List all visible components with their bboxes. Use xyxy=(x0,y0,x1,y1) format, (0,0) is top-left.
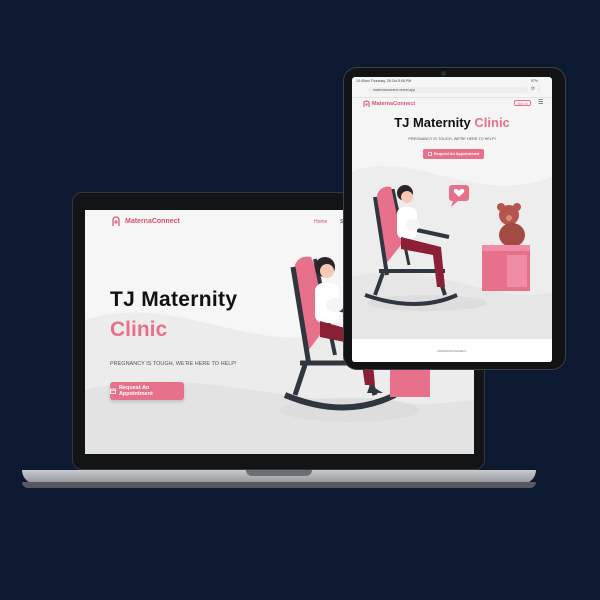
laptop-title-line2: Clinic xyxy=(110,318,168,341)
tablet-signin-button[interactable]: Sign In xyxy=(514,100,531,106)
tablet-footer: MATERNACONNECT xyxy=(437,349,467,353)
heart-chat-icon xyxy=(449,185,469,207)
stage: MaternaConnect Home Se TJ Maternity Clin… xyxy=(0,0,600,600)
laptop-base-edge xyxy=(22,482,536,488)
refresh-icon[interactable]: ⟳ xyxy=(531,86,535,92)
laptop-notch xyxy=(246,470,312,476)
more-icon[interactable]: ⋮ xyxy=(537,86,542,92)
tablet-illustration-mother-rocking-chair xyxy=(364,185,530,311)
tablet-status-battery: 57% xyxy=(531,79,539,83)
laptop-nav-home[interactable]: Home xyxy=(314,219,327,225)
laptop-logo[interactable]: MaternaConnect xyxy=(112,216,180,227)
tablet-request-appointment-label: Request An Appointment xyxy=(433,152,480,156)
calendar-icon xyxy=(427,152,432,156)
laptop-title-line1: TJ Maternity xyxy=(110,288,238,311)
tablet-brand[interactable]: MaternaConnect xyxy=(372,101,415,107)
laptop-request-appointment-button[interactable]: Request An Appointment xyxy=(110,382,184,400)
logo-icon xyxy=(112,216,120,226)
menu-icon[interactable]: ☰ xyxy=(538,99,543,106)
tablet-browser-actions[interactable]: ⟳ ⋮ xyxy=(531,86,542,92)
tablet-title-accent: Clinic xyxy=(474,115,510,130)
laptop-request-appointment-label: Request An Appointment xyxy=(118,385,153,397)
tablet-address-bar[interactable]: maternaconnect.vercel.app xyxy=(368,87,528,93)
tablet-camera xyxy=(441,71,446,76)
tablet-tagline: PREGNANCY IS TOUGH, WE'RE HERE TO HELP! xyxy=(408,137,496,141)
tablet-request-appointment-button[interactable]: Request An Appointment xyxy=(423,149,484,159)
tablet-title: TJ Maternity Clinic xyxy=(352,115,552,130)
laptop-tagline: PREGNANCY IS TOUGH, WE'RE HERE TO HELP! xyxy=(110,361,237,367)
tablet-status-time: 10:45am Thursday, 26 Oct 5:06 PM xyxy=(356,79,412,83)
laptop-brand: MaternaConnect xyxy=(125,218,180,225)
tablet-header-divider xyxy=(352,97,552,98)
logo-icon xyxy=(363,100,370,107)
calendar-icon xyxy=(110,388,116,394)
tablet-title-main: TJ Maternity xyxy=(394,115,471,130)
